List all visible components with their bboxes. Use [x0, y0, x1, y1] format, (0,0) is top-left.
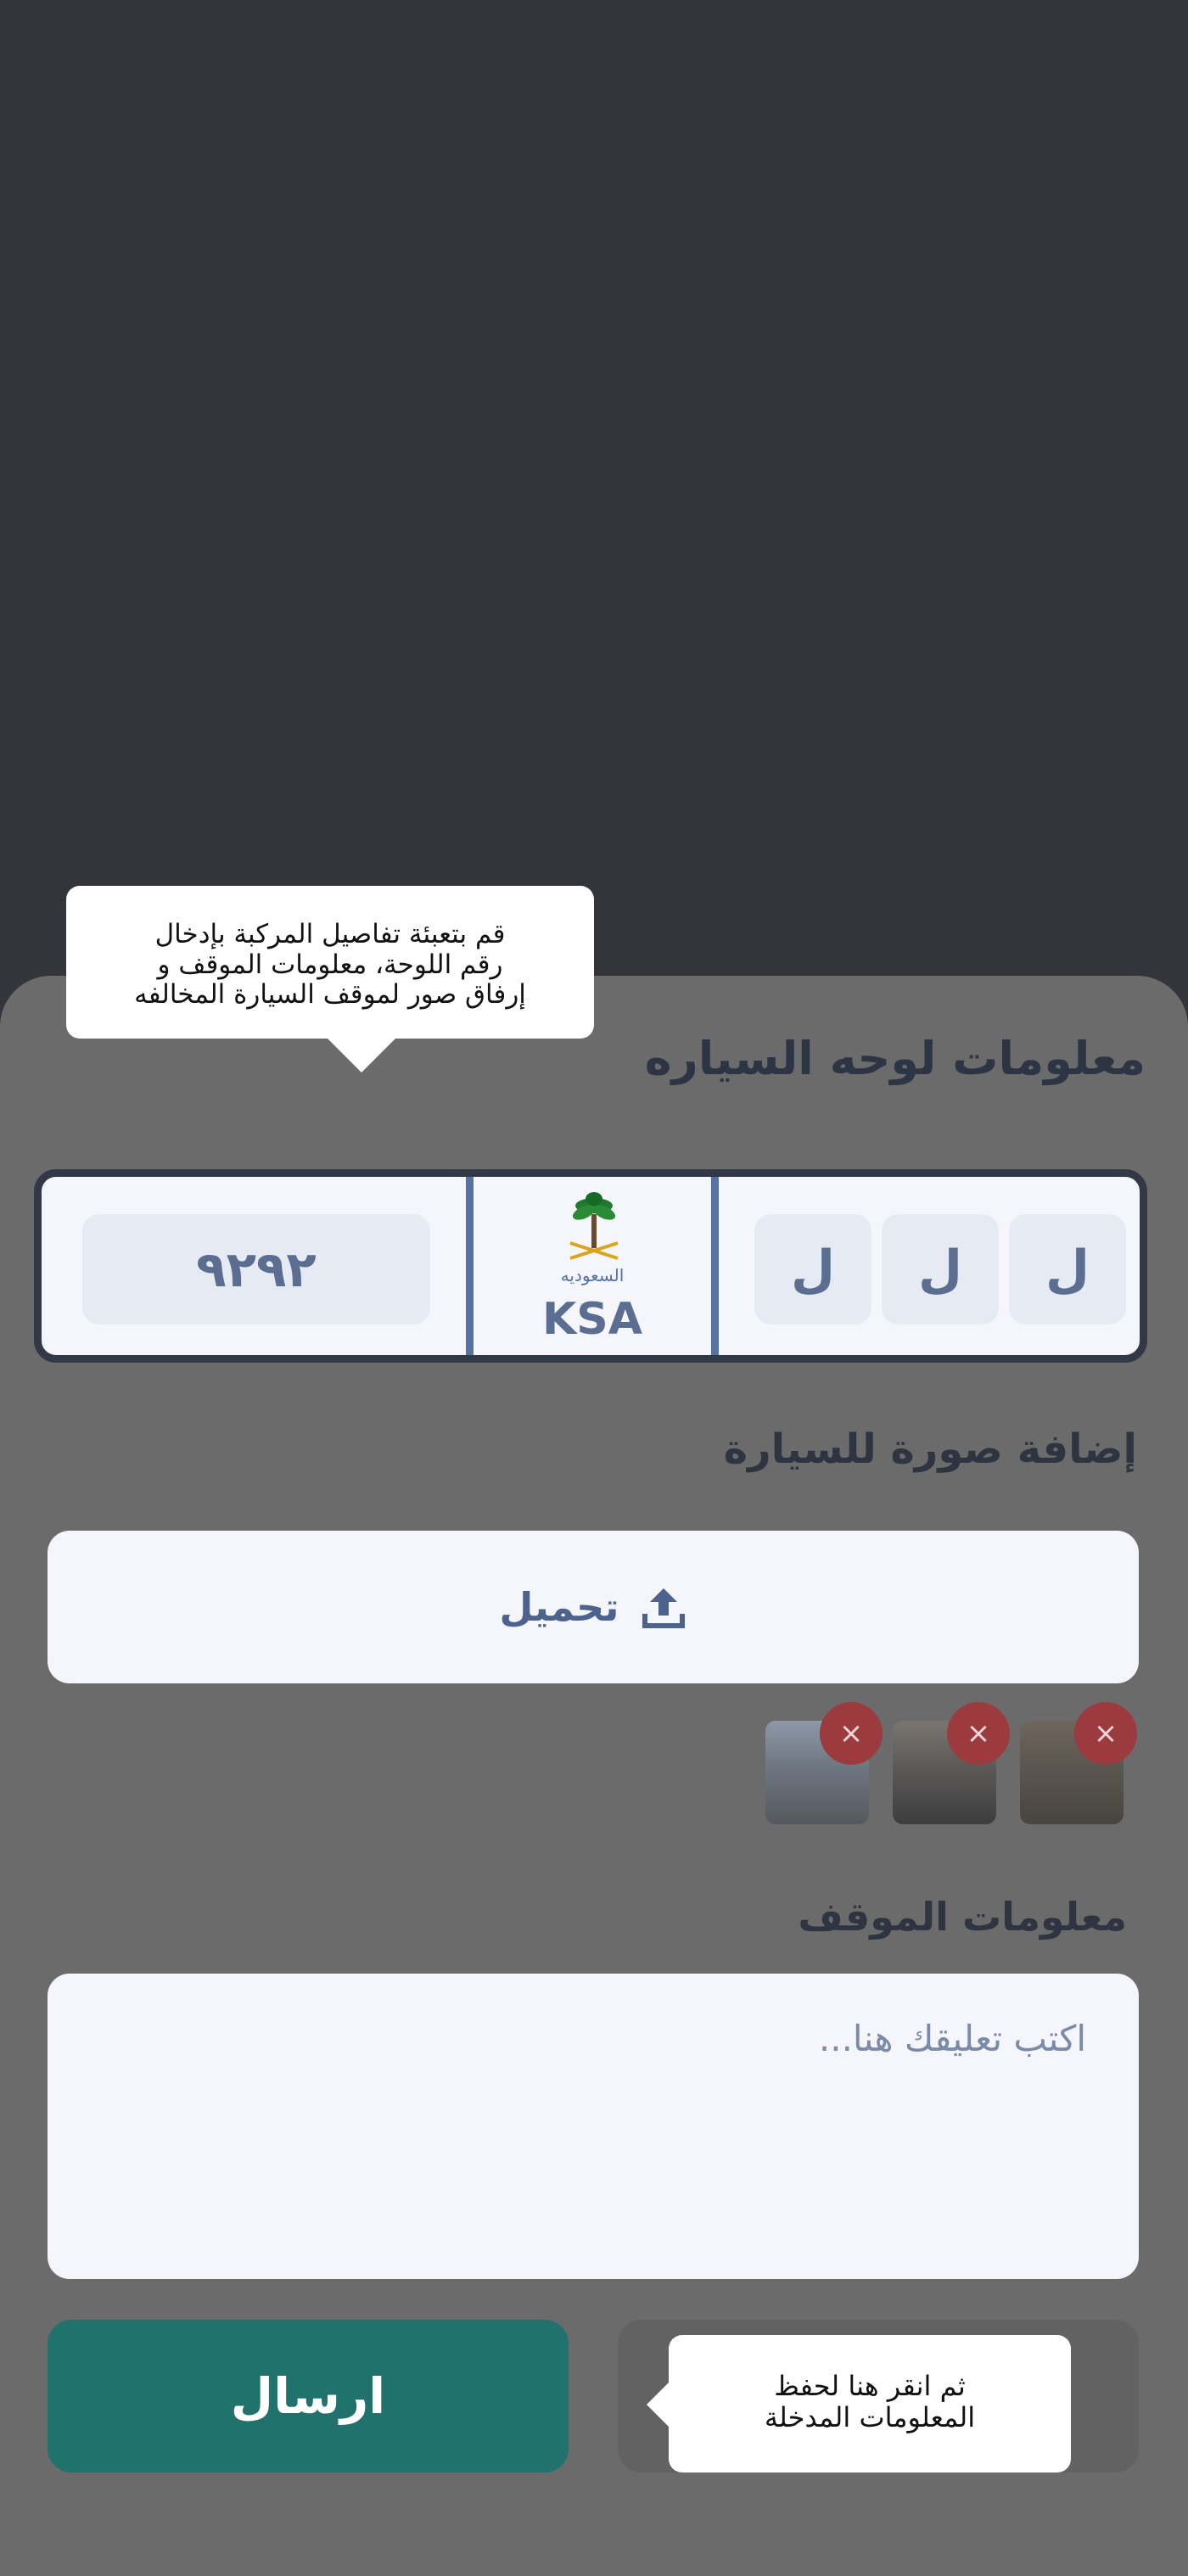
plate-letter-field-2[interactable]: ل — [882, 1214, 999, 1324]
intro-tooltip-line-2: رقم اللوحة، معلومات الموقف و — [157, 949, 503, 980]
plate-letter-field-3[interactable]: ل — [754, 1214, 871, 1324]
intro-tooltip-line-1: قم بتعبئة تفاصيل المركبة بإدخال — [154, 919, 506, 949]
license-plate: ٩٢٩٢ السعوديه KSA ل ل ل — [34, 1169, 1147, 1363]
save-tooltip: ثم انقر هنا لحفظ المعلومات المدخلة — [647, 2335, 1071, 2472]
photo-section-title: إضافة صورة للسيارة — [723, 1425, 1137, 1473]
upload-label: تحميل — [499, 1584, 619, 1630]
intro-tooltip-line-3: إرفاق صور لموقف السيارة المخالفه — [134, 979, 526, 1011]
upload-icon — [642, 1588, 685, 1628]
parking-section-title: معلومات الموقف — [798, 1894, 1127, 1940]
palm-swords-emblem-icon — [569, 1192, 619, 1260]
plate-section-title: معلومات لوحه السياره — [644, 1032, 1146, 1085]
remove-photo-3-button[interactable]: × — [1074, 1702, 1137, 1765]
remove-photo-2-button[interactable]: × — [947, 1702, 1010, 1765]
plate-country-code: KSA — [542, 1294, 642, 1345]
comment-input[interactable] — [81, 2016, 1088, 2240]
intro-tooltip: قم بتعبئة تفاصيل المركبة بإدخال رقم اللو… — [66, 886, 594, 1072]
send-button[interactable]: ارسال — [48, 2320, 569, 2472]
plate-country-arabic: السعوديه — [560, 1265, 625, 1285]
plate-emblem: السعوديه KSA — [466, 1177, 719, 1355]
save-tooltip-line-2: المعلومات المدخلة — [764, 2400, 976, 2433]
plate-letter-field-1[interactable]: ل — [1009, 1214, 1126, 1324]
plate-number-field[interactable]: ٩٢٩٢ — [82, 1214, 430, 1324]
remove-photo-1-button[interactable]: × — [820, 1702, 883, 1765]
upload-button[interactable]: تحميل — [48, 1531, 1139, 1683]
comment-box — [48, 1974, 1139, 2279]
save-tooltip-line-1: ثم انقر هنا لحفظ — [774, 2370, 966, 2402]
